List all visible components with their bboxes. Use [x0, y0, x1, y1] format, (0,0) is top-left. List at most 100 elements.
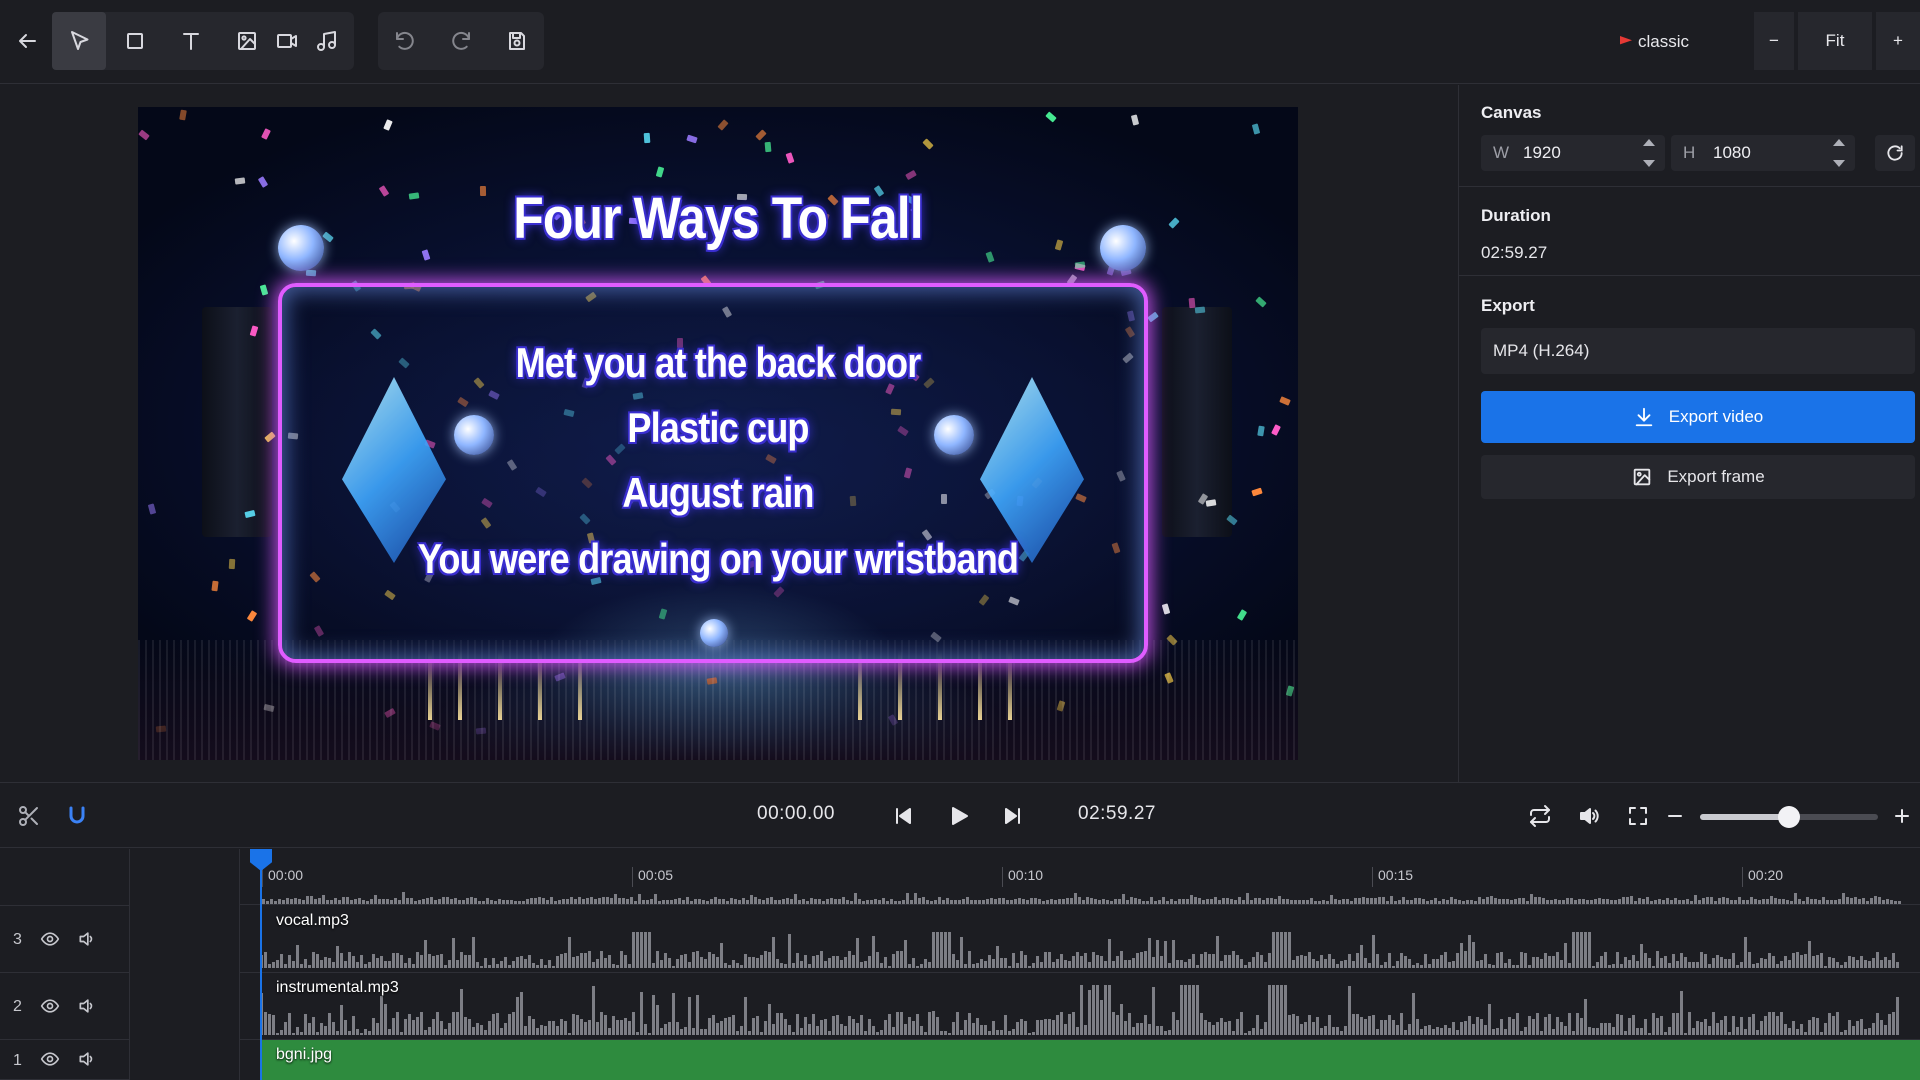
track-3-row[interactable]: vocal.mp3 [240, 906, 1920, 973]
track-2-row[interactable]: instrumental.mp3 [240, 973, 1920, 1040]
eye-icon[interactable] [40, 996, 62, 1018]
timeline-zoom-slider[interactable] [1700, 806, 1878, 828]
height-stepper[interactable] [1829, 139, 1849, 167]
waveform-bar [1378, 897, 1381, 904]
timeline-zoom-in-button[interactable] [1887, 801, 1917, 831]
waveform-bar [1048, 1019, 1051, 1035]
clip-label[interactable]: vocal.mp3 [276, 912, 349, 930]
waveform-bar [1032, 963, 1035, 968]
audio-tool-button[interactable] [302, 12, 352, 70]
chevron-up-icon[interactable] [1643, 139, 1655, 146]
fullscreen-button[interactable] [1623, 801, 1653, 831]
waveform-bar [1200, 1013, 1203, 1035]
height-input[interactable]: H 1080 [1671, 135, 1855, 171]
select-tool-button[interactable] [52, 12, 106, 70]
waveform-bar [1328, 1015, 1331, 1035]
waveform-bar [1356, 952, 1359, 968]
waveform-bar [1190, 895, 1193, 904]
waveform-bar [786, 898, 789, 904]
video-preview[interactable]: Four Ways To Fall Met you at the back do… [138, 107, 1298, 760]
width-input[interactable]: W 1920 [1481, 135, 1665, 171]
waveform-bar [1090, 897, 1093, 904]
waveform-bar [436, 954, 439, 968]
theme-selector[interactable]: classic [1620, 28, 1689, 56]
export-frame-button[interactable]: Export frame [1481, 455, 1915, 499]
waveform-bar [788, 933, 791, 968]
clip-label[interactable]: bgni.jpg [276, 1046, 332, 1064]
waveform-bar [816, 1026, 819, 1035]
waveform-bar [1530, 893, 1533, 904]
waveform-bar [956, 959, 959, 968]
timeline-zoom-out-button[interactable] [1660, 801, 1690, 831]
width-value[interactable]: 1920 [1523, 143, 1561, 163]
volume-icon[interactable] [77, 929, 99, 951]
waveform-bar [798, 899, 801, 904]
eye-icon[interactable] [40, 1049, 62, 1071]
lyric-line[interactable]: Plastic cup [219, 404, 1217, 452]
waveform-bar [1528, 1015, 1531, 1035]
track-1-row[interactable]: bgni.jpg [240, 1040, 1920, 1080]
confetti-piece [1130, 114, 1140, 126]
lyric-line[interactable]: Met you at the back door [219, 339, 1217, 387]
waveform-bar [1074, 892, 1077, 904]
volume-icon[interactable] [77, 996, 99, 1018]
height-value[interactable]: 1080 [1713, 143, 1751, 163]
export-format-select[interactable]: MP4 (H.264) [1481, 328, 1915, 374]
waveform-bar [732, 959, 735, 968]
waveform-bar [628, 1021, 631, 1035]
volume-icon[interactable] [77, 1049, 99, 1071]
waveform-bar [602, 897, 605, 904]
waveform-bar [1332, 959, 1335, 968]
waveform-bar [680, 1029, 683, 1035]
image-clip[interactable] [262, 1040, 1920, 1080]
waveform-bar [1396, 961, 1399, 968]
song-title[interactable]: Four Ways To Fall [219, 185, 1217, 252]
waveform-bar [1690, 900, 1693, 904]
waveform-bar [1148, 938, 1151, 968]
slider-thumb[interactable] [1778, 806, 1800, 828]
waveform-bar [1404, 956, 1407, 968]
waveform-bar [1280, 932, 1283, 968]
rectangle-tool-button[interactable] [108, 12, 162, 70]
chevron-up-icon[interactable] [1833, 139, 1845, 146]
waveform-bar [1320, 954, 1323, 968]
zoom-out-button[interactable]: − [1754, 12, 1794, 70]
width-stepper[interactable] [1639, 139, 1659, 167]
waveform-bar [996, 1030, 999, 1035]
waveform-bar [352, 1015, 355, 1035]
waveform-bar [1458, 899, 1461, 904]
play-button[interactable] [944, 801, 974, 831]
skip-back-button[interactable] [888, 801, 918, 831]
undo-button[interactable] [378, 12, 432, 70]
waveform-bar [1844, 962, 1847, 968]
back-button[interactable] [0, 14, 54, 68]
waveform-bar [1766, 898, 1769, 904]
eye-icon[interactable] [40, 929, 62, 951]
chevron-down-icon[interactable] [1643, 160, 1655, 167]
zoom-fit-button[interactable]: Fit [1798, 12, 1872, 70]
waveform-bar [904, 939, 907, 968]
save-button[interactable] [490, 12, 544, 70]
playhead[interactable] [260, 849, 262, 1080]
reset-size-button[interactable] [1875, 135, 1915, 171]
waveform-bar [444, 1028, 447, 1035]
snap-toggle[interactable] [62, 801, 92, 831]
waveform-bar [674, 898, 677, 904]
volume-button[interactable] [1574, 801, 1604, 831]
skip-forward-button[interactable] [998, 801, 1028, 831]
waveform-bar [1022, 899, 1025, 904]
lyric-line[interactable]: August rain [219, 469, 1217, 517]
redo-button[interactable] [434, 12, 488, 70]
split-button[interactable] [14, 801, 44, 831]
loop-button[interactable] [1525, 801, 1555, 831]
waveform-bar [1560, 1022, 1563, 1035]
chevron-down-icon[interactable] [1833, 160, 1845, 167]
lyric-line[interactable]: You were drawing on your wristband [219, 535, 1217, 583]
waveform-bar [284, 964, 287, 968]
time-ruler[interactable]: 00:00 00:05 00:10 00:15 00:20 [240, 849, 1920, 905]
zoom-in-button[interactable]: + [1876, 12, 1920, 70]
clip-label[interactable]: instrumental.mp3 [276, 979, 399, 997]
waveform-bar [1132, 957, 1135, 968]
text-tool-button[interactable] [164, 12, 218, 70]
export-video-button[interactable]: Export video [1481, 391, 1915, 443]
